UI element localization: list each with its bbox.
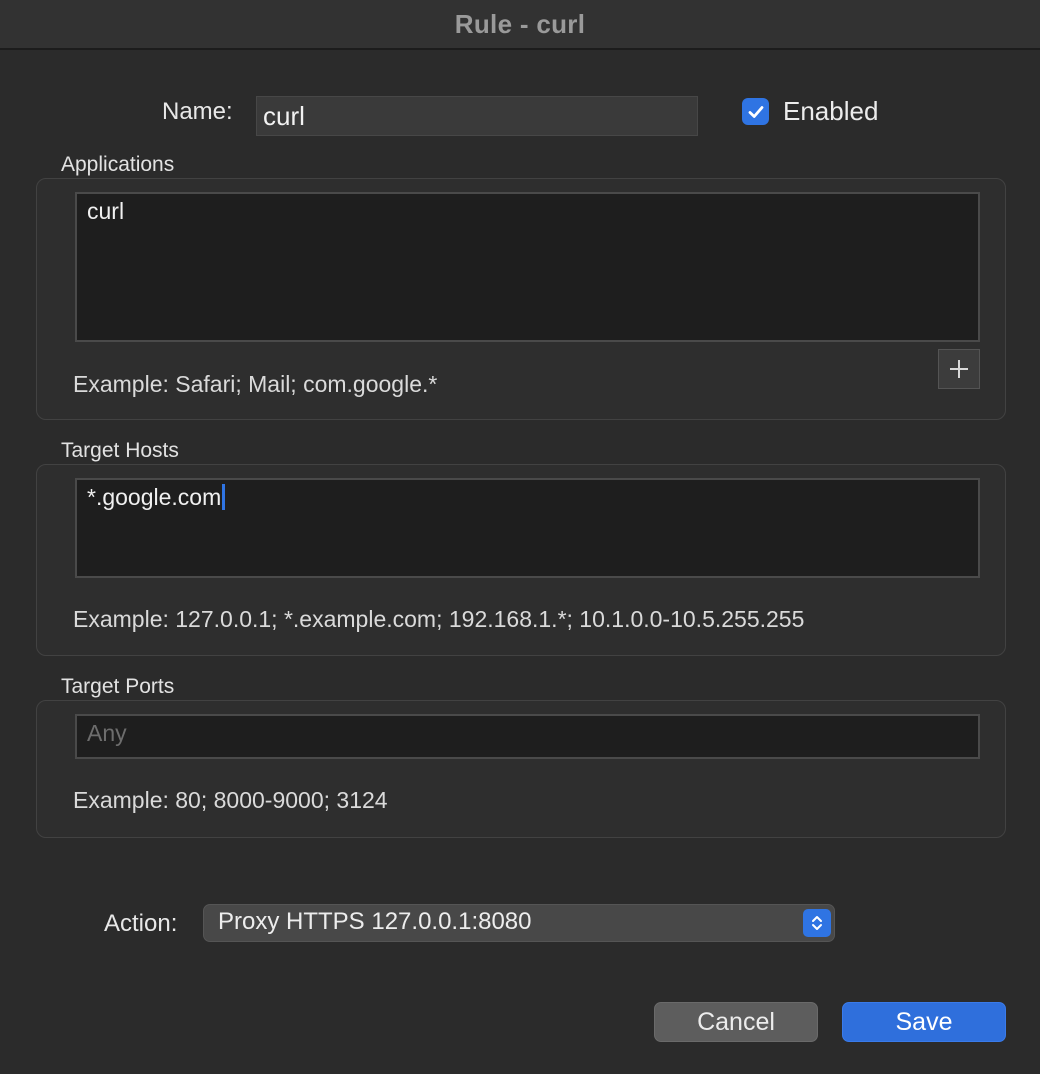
target-ports-group: Any Example: 80; 8000-9000; 3124 (36, 700, 1006, 838)
name-label: Name: (162, 98, 233, 125)
up-down-chevron-icon (803, 909, 831, 937)
name-field-value: curl (263, 101, 305, 131)
action-label: Action: (104, 910, 178, 937)
target-hosts-textarea[interactable]: *.google.com (75, 478, 980, 578)
cancel-button-label: Cancel (697, 1007, 775, 1036)
target-ports-label: Target Ports (61, 675, 175, 698)
applications-label: Applications (61, 153, 175, 176)
add-application-button[interactable] (938, 349, 980, 389)
save-button[interactable]: Save (842, 1002, 1006, 1042)
target-ports-field[interactable]: Any (75, 714, 980, 759)
window-title: Rule - curl (454, 8, 586, 39)
target-hosts-example: Example: 127.0.0.1; *.example.com; 192.1… (73, 606, 805, 632)
target-ports-example: Example: 80; 8000-9000; 3124 (73, 787, 388, 813)
enabled-checkbox[interactable] (742, 98, 769, 125)
enabled-label: Enabled (783, 96, 879, 126)
name-field[interactable]: curl (256, 96, 698, 136)
applications-example: Example: Safari; Mail; com.google.* (73, 371, 438, 397)
enabled-checkbox-row[interactable]: Enabled (742, 96, 878, 127)
save-button-label: Save (895, 1007, 953, 1036)
plus-icon (950, 360, 968, 378)
target-ports-placeholder: Any (87, 720, 127, 746)
applications-value: curl (87, 198, 125, 224)
target-hosts-value: *.google.com (87, 484, 222, 510)
applications-group: curl Example: Safari; Mail; com.google.* (36, 178, 1006, 420)
target-hosts-label: Target Hosts (61, 439, 179, 462)
cancel-button[interactable]: Cancel (654, 1002, 818, 1042)
target-hosts-group: *.google.com Example: 127.0.0.1; *.examp… (36, 464, 1006, 656)
text-caret (222, 484, 226, 510)
checkmark-icon (748, 105, 763, 118)
applications-textarea[interactable]: curl (75, 192, 980, 342)
title-bar[interactable]: Rule - curl (0, 0, 1040, 50)
action-selected: Proxy HTTPS 127.0.0.1:8080 (218, 908, 532, 935)
rule-dialog: Rule - curl Name: curl Enabled Applicati… (0, 0, 1040, 1074)
action-popup[interactable]: Proxy HTTPS 127.0.0.1:8080 (203, 904, 835, 942)
